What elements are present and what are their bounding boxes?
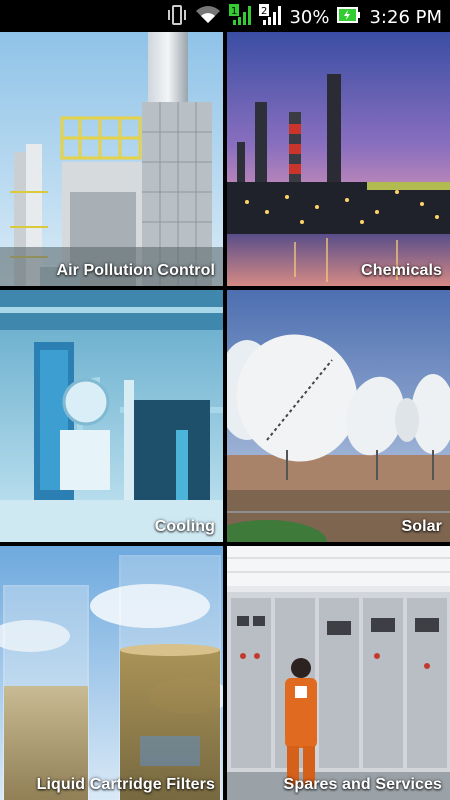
tile-label: Chemicals [361,262,442,279]
tile-label: Liquid Cartridge Filters [36,776,215,793]
status-bar: 1 2 30% 3:26 PM [0,0,450,32]
liquid-cartridge-filters-image [0,546,223,800]
tile-spares-and-services[interactable]: Spares and Services [227,546,450,800]
battery-charging-icon [337,5,361,30]
tile-label: Cooling [154,518,215,535]
svg-text:2: 2 [261,6,267,17]
tile-label: Spares and Services [283,776,442,793]
battery-percent: 30% [289,7,330,28]
tile-label: Air Pollution Control [56,262,215,279]
vibrate-icon [167,4,187,31]
tile-label: Solar [401,518,442,535]
tile-solar[interactable]: Solar [227,290,450,542]
tile-chemicals[interactable]: Chemicals [227,32,450,286]
chemicals-image [227,32,450,286]
signal-1-icon: 1 [229,4,252,31]
clock: 3:26 PM [369,7,442,28]
wifi-icon [195,5,221,30]
tile-liquid-cartridge-filters[interactable]: Liquid Cartridge Filters [0,546,223,800]
solar-image [227,290,450,542]
category-grid: Air Pollution Control Chemicals Cooling … [0,32,450,800]
cooling-image [0,290,223,542]
signal-2-icon: 2 [259,4,282,31]
tile-cooling[interactable]: Cooling [0,290,223,542]
tile-air-pollution-control[interactable]: Air Pollution Control [0,32,223,286]
spares-and-services-image [227,546,450,800]
svg-text:1: 1 [231,6,237,17]
air-pollution-control-image [0,32,223,286]
